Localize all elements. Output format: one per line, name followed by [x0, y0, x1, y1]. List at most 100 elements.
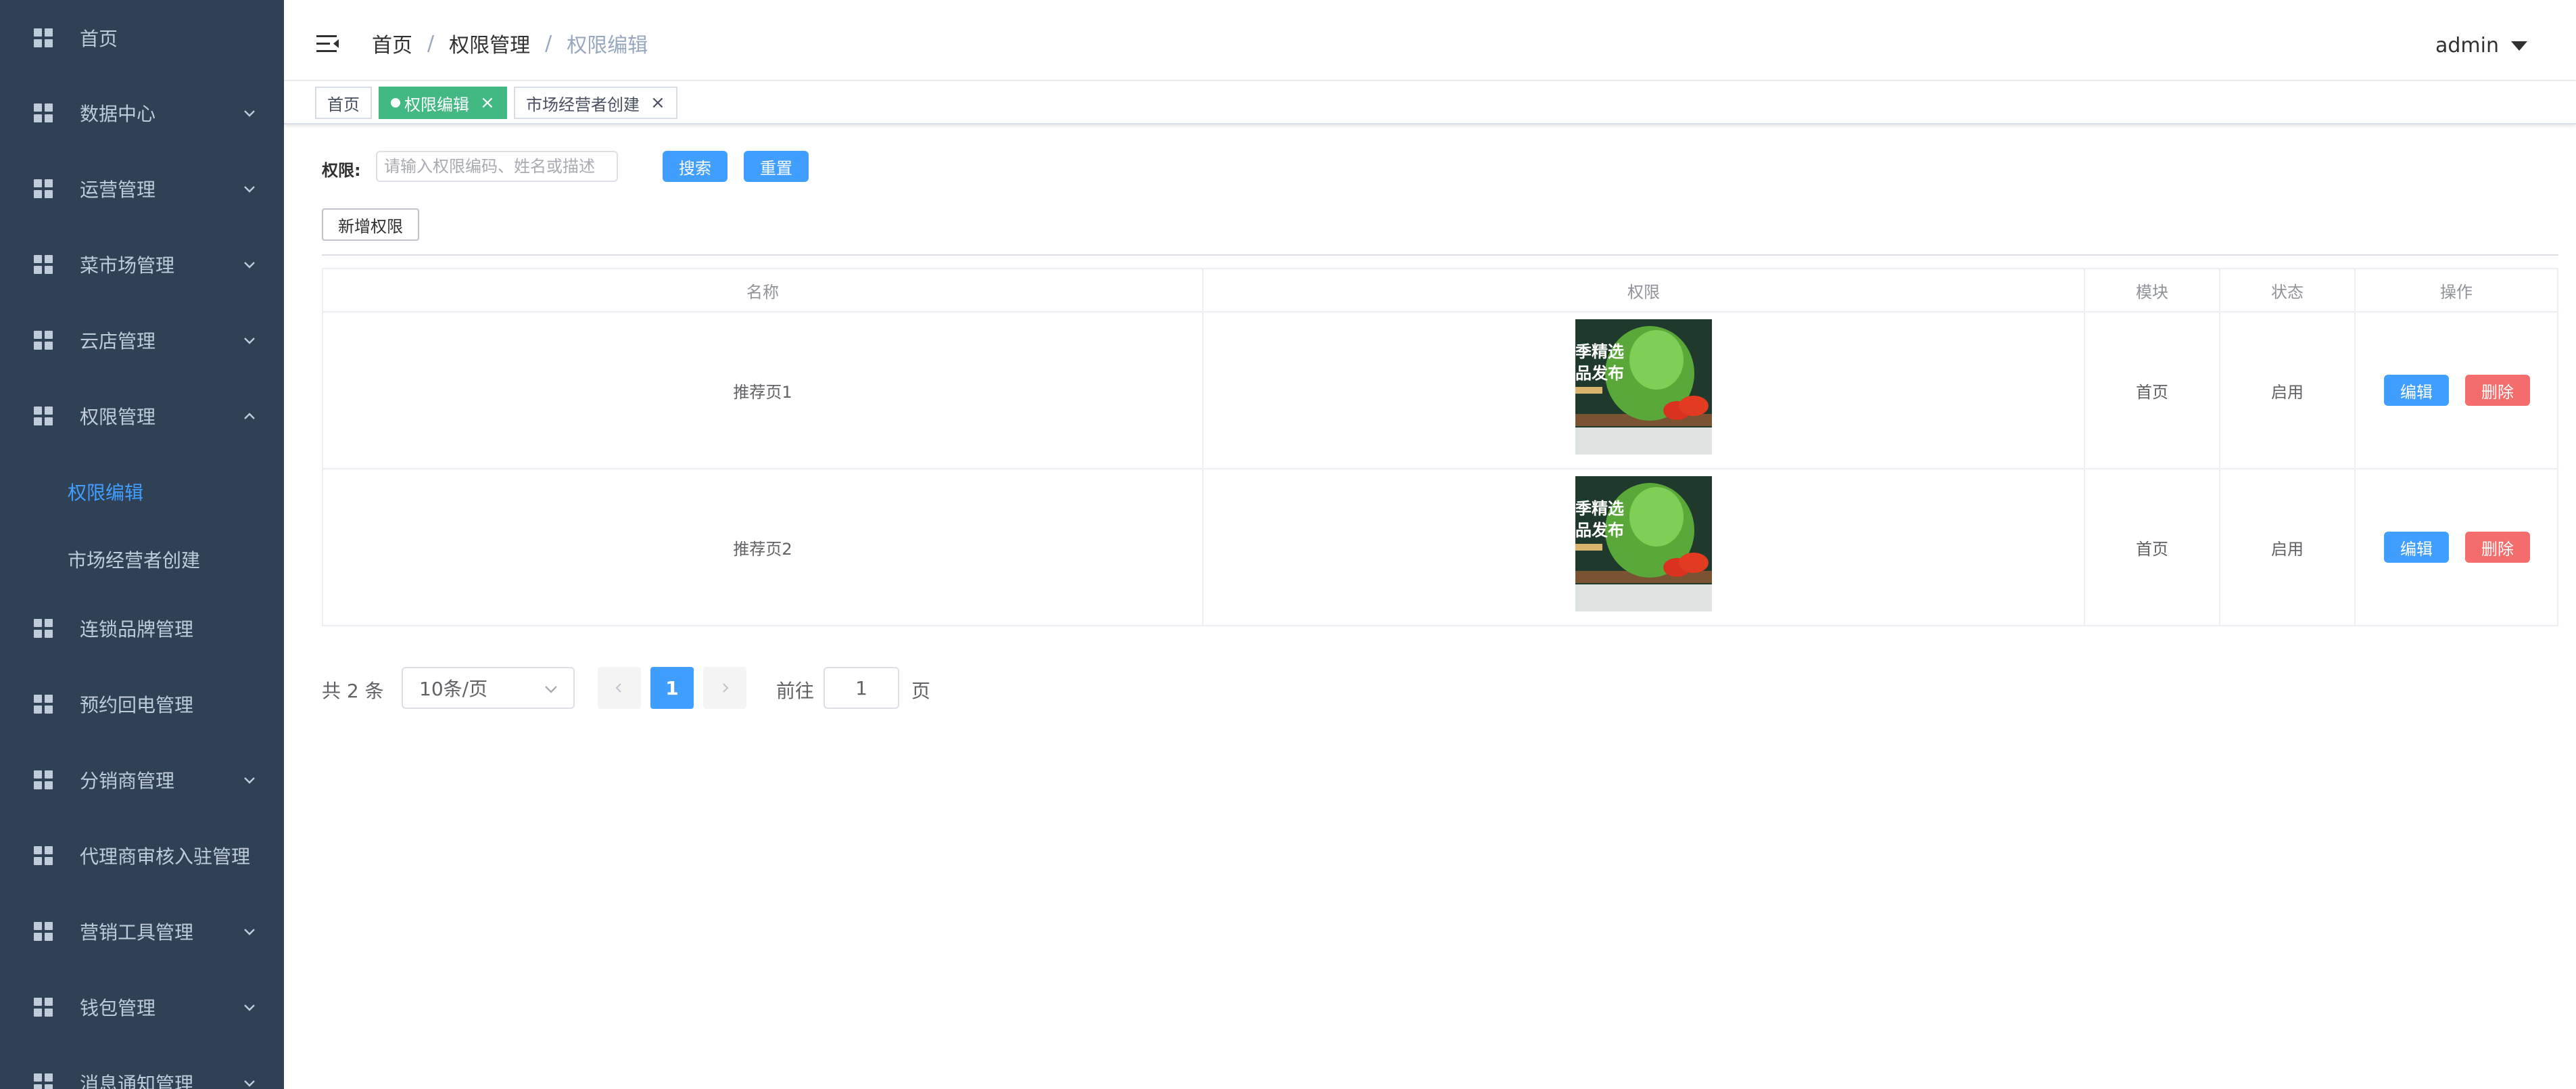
grid-icon — [34, 619, 53, 638]
tag-label: 首页 — [327, 95, 360, 114]
chevron-down-icon — [244, 777, 255, 784]
column-divider — [2354, 269, 2356, 625]
sidebar-item-label: 云店管理 — [80, 330, 156, 352]
breadcrumb-item-permissions[interactable]: 权限管理 — [449, 28, 530, 58]
grid-icon — [34, 1073, 53, 1089]
sidebar-item-agent-review[interactable]: 代理商审核入驻管理 — [0, 822, 284, 889]
page-number-current[interactable]: 1 — [650, 667, 694, 709]
grid-icon — [34, 998, 53, 1017]
sidebar-item-operations[interactable]: 运营管理 — [0, 155, 284, 223]
column-header-name: 名称 — [746, 282, 779, 302]
sidebar-item-callback[interactable]: 预约回电管理 — [0, 670, 284, 738]
sidebar-subitem-permission-edit[interactable]: 权限编辑 — [0, 458, 284, 526]
tag-label: 市场经营者创建 — [526, 95, 640, 114]
permission-search-input[interactable] — [376, 151, 618, 182]
grid-icon — [34, 103, 53, 122]
sidebar-item-home[interactable]: 首页 — [0, 4, 284, 72]
chevron-down-icon — [244, 1004, 255, 1011]
chevron-down-icon — [244, 929, 255, 935]
chevron-down-icon — [244, 186, 255, 193]
goto-page-input[interactable] — [824, 667, 899, 709]
sidebar-item-label: 预约回电管理 — [80, 694, 194, 716]
hamburger-menu-icon[interactable] — [316, 34, 339, 54]
chevron-down-icon — [545, 686, 557, 693]
sidebar-subitem-market-operator-create[interactable]: 市场经营者创建 — [0, 526, 284, 593]
reset-button[interactable]: 重置 — [744, 151, 809, 182]
close-icon[interactable]: × — [480, 94, 495, 112]
row-2-status: 启用 — [2271, 539, 2304, 559]
sidebar-item-market[interactable]: 菜市场管理 — [0, 231, 284, 298]
search-button[interactable]: 搜索 — [663, 151, 728, 182]
thumbnail-caption-line-1: 季精选 — [1575, 499, 1624, 518]
permission-table: 名称 权限 模块 状态 操作 推荐页1 季精选 品发布 首页 启用 编辑 删除 … — [322, 268, 2558, 626]
permission-image-thumbnail: 季精选 品发布 — [1575, 319, 1712, 455]
tags-view: 首页 权限编辑 × 市场经营者创建 × — [284, 81, 2576, 124]
chevron-up-icon — [244, 413, 255, 419]
column-header-module: 模块 — [2136, 282, 2168, 302]
row-1-module: 首页 — [2136, 382, 2168, 402]
tag-permission-edit[interactable]: 权限编辑 × — [379, 87, 507, 119]
sidebar-item-label: 分销商管理 — [80, 770, 175, 792]
grid-icon — [34, 255, 53, 274]
active-dot-icon — [391, 98, 400, 108]
sidebar-item-label: 代理商审核入驻管理 — [80, 845, 251, 868]
page-size-select[interactable]: 10条/页 — [402, 667, 575, 709]
breadcrumb-item-home[interactable]: 首页 — [372, 28, 412, 58]
grid-icon — [34, 28, 53, 47]
edit-button[interactable]: 编辑 — [2384, 375, 2449, 406]
chevron-down-icon — [244, 110, 255, 117]
tag-market-operator-create[interactable]: 市场经营者创建 × — [514, 87, 677, 119]
chevron-down-icon — [244, 338, 255, 344]
breadcrumb-separator: / — [427, 31, 435, 55]
goto-label: 前往 — [776, 680, 815, 702]
column-header-status: 状态 — [2271, 282, 2304, 302]
close-icon[interactable]: × — [650, 94, 665, 112]
sidebar-item-label: 权限管理 — [80, 406, 156, 428]
grid-icon — [34, 770, 53, 789]
sidebar-item-cloud-store[interactable]: 云店管理 — [0, 306, 284, 374]
column-divider — [1202, 269, 1203, 625]
delete-button[interactable]: 删除 — [2465, 375, 2530, 406]
sidebar-item-label: 数据中心 — [80, 103, 156, 125]
sidebar-subitem-label: 权限编辑 — [68, 482, 144, 504]
chevron-right-icon — [723, 683, 729, 693]
grid-icon — [34, 922, 53, 941]
sidebar-item-data-center[interactable]: 数据中心 — [0, 79, 284, 147]
grid-icon — [34, 695, 53, 714]
pagination-total: 共 2 条 — [322, 680, 384, 702]
prev-page-button[interactable] — [598, 667, 641, 709]
row-2-name: 推荐页2 — [733, 539, 792, 559]
permission-image-thumbnail: 季精选 品发布 — [1575, 476, 1712, 611]
grid-icon — [34, 331, 53, 350]
sidebar-item-notifications[interactable]: 消息通知管理 — [0, 1049, 284, 1089]
next-page-button[interactable] — [703, 667, 746, 709]
add-permission-button[interactable]: 新增权限 — [322, 208, 419, 241]
sidebar-item-chain-brand[interactable]: 连锁品牌管理 — [0, 595, 284, 662]
page-suffix: 页 — [911, 680, 931, 702]
sidebar-item-permissions[interactable]: 权限管理 — [0, 382, 284, 450]
caret-down-icon — [2511, 41, 2527, 51]
sidebar-item-marketing-tools[interactable]: 营销工具管理 — [0, 898, 284, 965]
thumbnail-caption-line-1: 季精选 — [1575, 342, 1624, 361]
user-dropdown[interactable]: admin — [2435, 34, 2527, 57]
chevron-down-icon — [244, 262, 255, 269]
sidebar-item-distributor[interactable]: 分销商管理 — [0, 746, 284, 814]
sidebar: 首页 数据中心 运营管理 菜市场管理 云店管理 权限管理 权限编辑 市场经营者创… — [0, 0, 284, 1089]
edit-button[interactable]: 编辑 — [2384, 532, 2449, 563]
grid-icon — [34, 846, 53, 865]
navbar: 首页 / 权限管理 / 权限编辑 admin — [284, 8, 2576, 81]
sidebar-item-wallet[interactable]: 钱包管理 — [0, 973, 284, 1041]
delete-button[interactable]: 删除 — [2465, 532, 2530, 563]
grid-icon — [34, 407, 53, 425]
breadcrumb-item-current: 权限编辑 — [567, 34, 648, 57]
sidebar-subitem-label: 市场经营者创建 — [68, 549, 201, 572]
thumbnail-caption-line-2: 品发布 — [1575, 364, 1624, 383]
tag-home[interactable]: 首页 — [315, 87, 372, 119]
row-2-module: 首页 — [2136, 539, 2168, 559]
page-size-value: 10条/页 — [419, 678, 488, 700]
sidebar-item-label: 连锁品牌管理 — [80, 618, 194, 641]
sidebar-item-label: 营销工具管理 — [80, 921, 194, 944]
chevron-left-icon — [615, 683, 621, 693]
thumbnail-caption-line-2: 品发布 — [1575, 521, 1624, 540]
breadcrumb-separator: / — [545, 31, 552, 55]
